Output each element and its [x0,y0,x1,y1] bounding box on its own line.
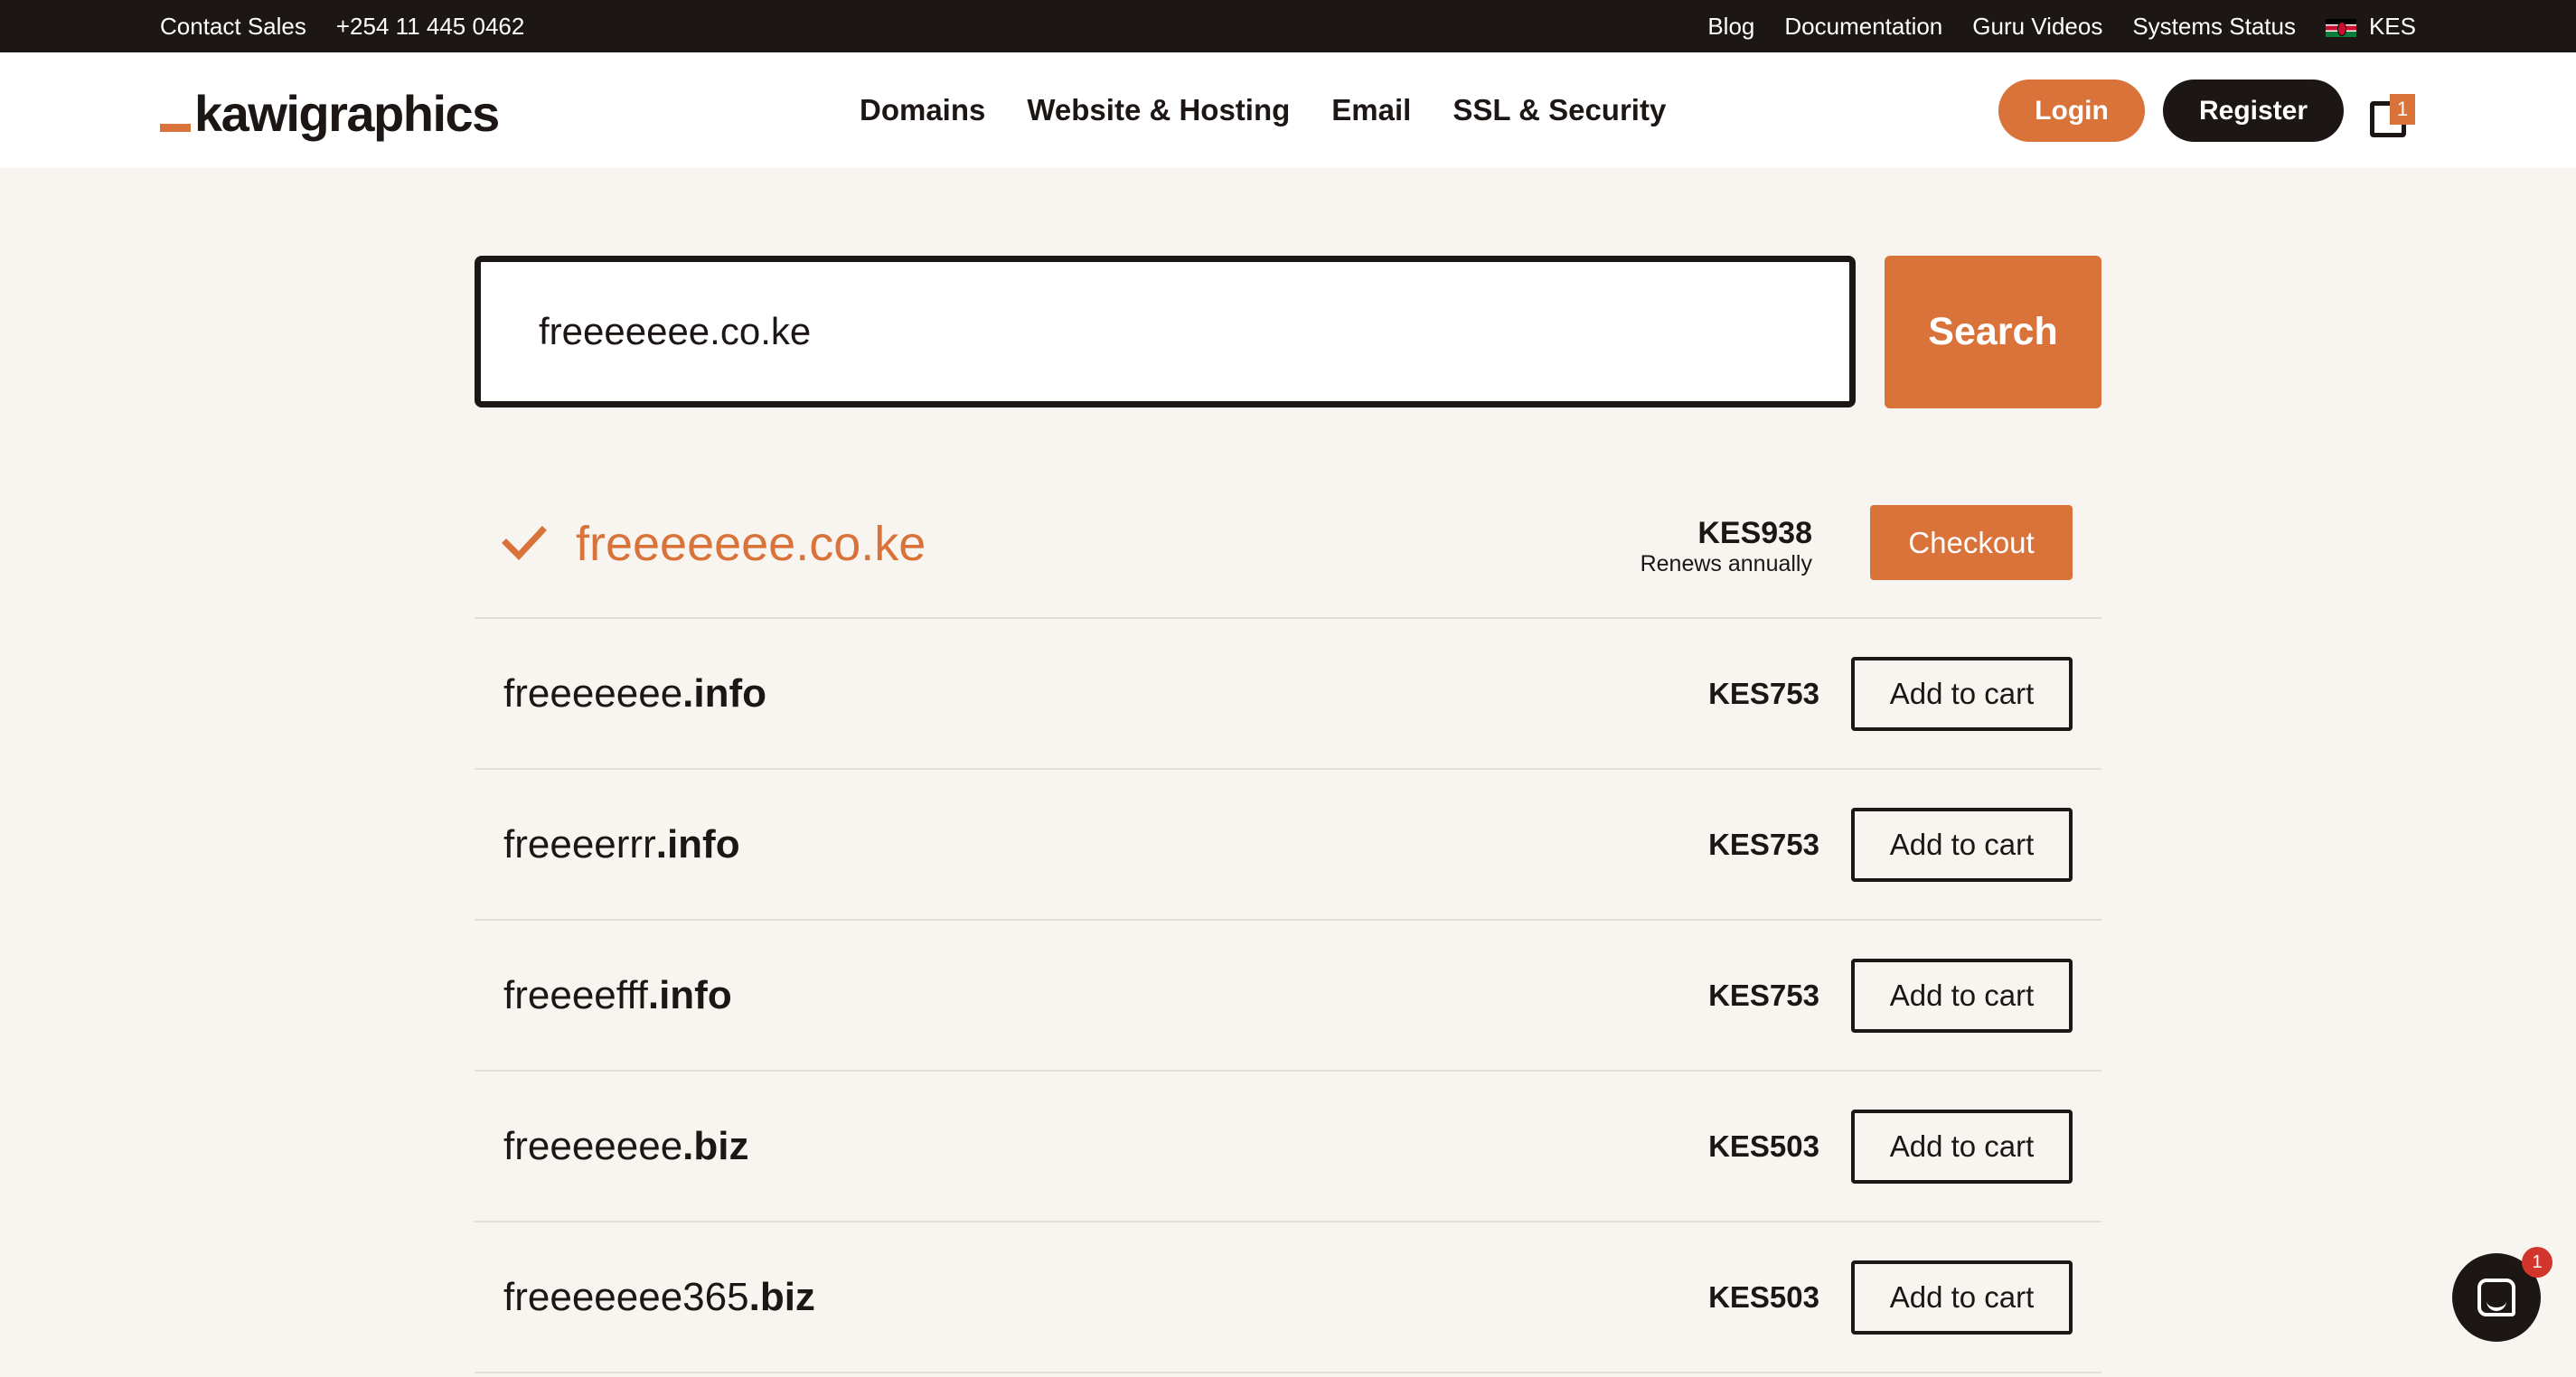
domain-suggestion: freeeeeee .info [503,619,766,768]
systems-status-link[interactable]: Systems Status [2132,13,2296,41]
currency-selector[interactable]: KES [2325,12,2416,41]
logo-underscore-icon [160,124,191,132]
top-utility-bar: Contact Sales +254 11 445 0462 Blog Docu… [0,0,2576,52]
domain-suggestion: freeeeeee .biz [503,1072,749,1221]
list-item: freeeeeee .info KES753 Add to cart [475,619,2101,770]
domain-name: freeeeeee [503,670,683,716]
nav-website-hosting[interactable]: Website & Hosting [1027,93,1290,127]
list-item: freeeefff .info KES753 Add to cart [475,921,2101,1072]
currency-label: KES [2368,12,2416,40]
domain-name: freeeerrr [503,821,656,866]
documentation-link[interactable]: Documentation [1784,13,1942,41]
domain-name: freeeeeee [503,1123,683,1168]
domain-tld: .info [655,821,740,866]
domain-price: KES753 [1708,676,1819,710]
chat-launcher-button[interactable]: 1 [2452,1247,2552,1342]
site-header: kawigraphics Domains Website & Hosting E… [0,52,2576,168]
domain-suggestion: freeeefff .info [503,921,732,1070]
list-item: freeeerrr .info KES753 Add to cart [475,770,2101,921]
domain-name: freeeeeee365 [503,1274,749,1319]
chat-unread-badge: 1 [2522,1247,2552,1278]
contact-sales-link[interactable]: Contact Sales [160,13,306,41]
logo-text: kawigraphics [194,85,500,142]
list-item: freeeeeee365 .biz KES503 Add to cart [475,1222,2101,1373]
domain-suggestion: freeeeeee365 .biz [503,1222,815,1372]
domain-results-list: freeeeeee.co.ke KES938 Renews annually C… [475,470,2101,1373]
add-to-cart-button[interactable]: Add to cart [1851,1110,2073,1184]
login-button[interactable]: Login [1998,80,2145,142]
domain-price: KES753 [1708,978,1819,1012]
domain-suggestion: freeeerrr .info [503,770,740,919]
domain-price: KES753 [1708,827,1819,861]
domain-search-input[interactable] [475,256,1856,407]
domain-tld: .biz [748,1274,815,1319]
cart-button[interactable]: 1 [2370,94,2415,139]
add-to-cart-button[interactable]: Add to cart [1851,1260,2073,1335]
renewal-note: Renews annually [1640,551,1812,577]
site-logo[interactable]: kawigraphics [160,76,500,142]
domain-tld: .info [682,670,767,716]
primary-price: KES938 [1697,516,1812,550]
domain-name: freeeefff [503,972,648,1017]
primary-result-row: freeeeeee.co.ke KES938 Renews annually C… [475,470,2101,619]
domain-tld: .info [647,972,732,1017]
add-to-cart-button[interactable]: Add to cart [1851,808,2073,882]
primary-domain-name: freeeeeee.co.ke [576,516,926,571]
primary-price-block: KES938 Renews annually [1640,516,1812,577]
cart-count-badge: 1 [2390,94,2415,125]
kenya-flag-icon [2325,18,2356,37]
main-nav: Domains Website & Hosting Email SSL & Se… [860,52,1666,168]
guru-videos-link[interactable]: Guru Videos [1972,13,2102,41]
blog-link[interactable]: Blog [1707,13,1754,41]
phone-link[interactable]: +254 11 445 0462 [336,13,524,41]
nav-ssl-security[interactable]: SSL & Security [1453,93,1666,127]
add-to-cart-button[interactable]: Add to cart [1851,959,2073,1033]
nav-email[interactable]: Email [1331,93,1411,127]
nav-domains[interactable]: Domains [860,93,985,127]
domain-price: KES503 [1708,1279,1819,1314]
checkout-button[interactable]: Checkout [1870,505,2073,580]
add-to-cart-button[interactable]: Add to cart [1851,657,2073,731]
search-button[interactable]: Search [1885,256,2101,408]
primary-domain: freeeeeee.co.ke [502,470,926,617]
chat-bubble-icon [2477,1279,2515,1316]
domain-tld: .biz [682,1123,749,1168]
domain-price: KES503 [1708,1129,1819,1163]
register-button[interactable]: Register [2163,80,2344,142]
available-check-icon [502,525,547,560]
list-item: freeeeeee .biz KES503 Add to cart [475,1072,2101,1222]
